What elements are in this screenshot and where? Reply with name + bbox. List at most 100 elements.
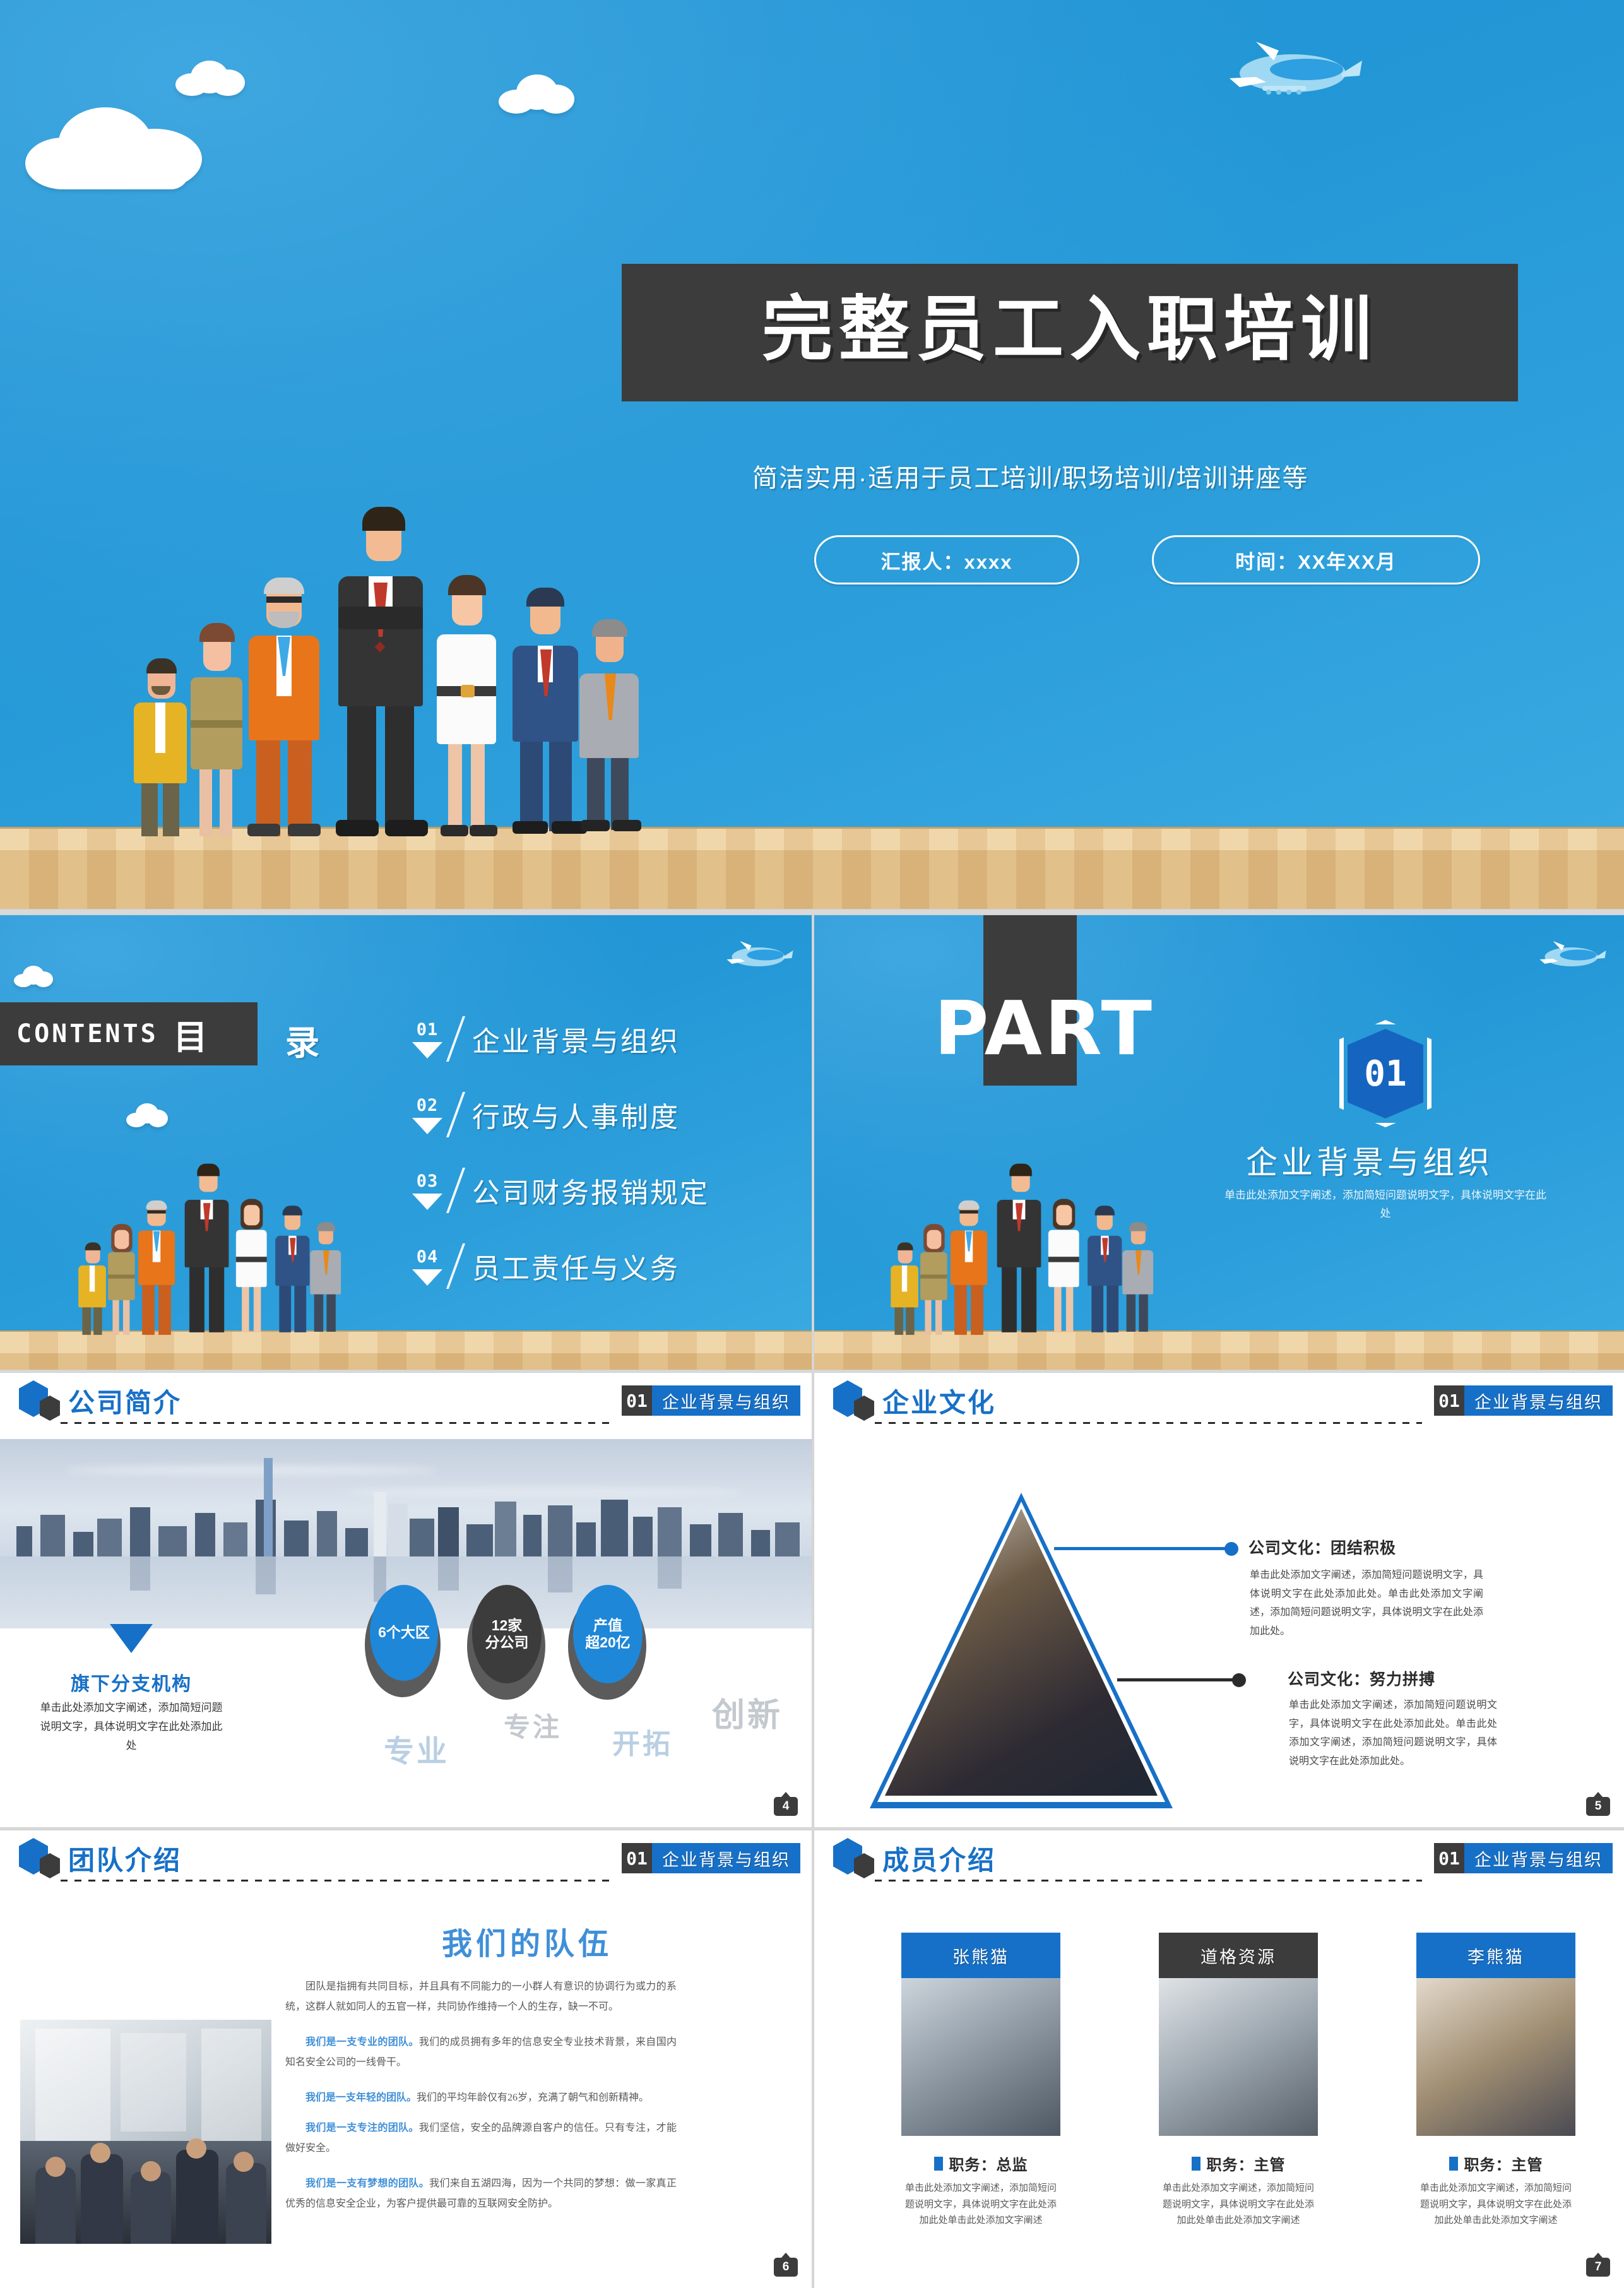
hero-subtitle: 简洁实用·适用于员工培训/职场培训/培训讲座等 [752,465,1309,492]
airplane-icon [726,941,793,966]
page-title: 完整员工入职培训 [762,288,1378,371]
toc-number-text: 02 [416,1095,439,1115]
page-number: 7 [1586,2253,1610,2277]
bullet-dot-1 [1224,1542,1238,1556]
cloud-icon [25,107,202,189]
toc-divider [446,1243,466,1289]
chevron-down-icon [412,1117,442,1134]
stat-oval-3[interactable]: 产值 超20亿 [573,1585,643,1683]
stat-oval-2-line2: 分公司 [485,1634,529,1651]
culture-title-2: 公司文化：努力拼搏 [1288,1671,1436,1688]
toc-divider [446,1092,466,1137]
member-card[interactable]: 道格资源 职务：主管 单击此处添加文字阐述，添加简短问题说明文字，具体说明文字在… [1159,1933,1318,2229]
team-paragraph-3-text: 我们的平均年龄仅有26岁，充满了朝气和创新精神。 [417,2092,649,2103]
team-photo [20,2020,271,2244]
toc-item-03[interactable]: 03 公司财务报销规定 [410,1168,709,1213]
toc-label-03: 公司财务报销规定 [472,1178,709,1209]
member-name: 道格资源 [1159,1933,1318,1978]
member-card[interactable]: 李熊猫 职务：主管 单击此处添加文字阐述，添加简短问题说明文字，具体说明文字在此… [1416,1933,1575,2229]
section-tag-number: 01 [1434,1843,1464,1873]
team-paragraph-4: 我们是一支专注的团队。我们坚信，安全的品牌源自客户的信任。只有专注，才能做好安全… [285,2118,677,2159]
cloud-icon [499,74,574,114]
member-photo [901,1978,1060,2136]
people-illustration [887,1163,1154,1335]
team-title: 我们的队伍 [442,1928,613,1961]
toc-number-text: 01 [416,1019,439,1040]
toc-number-text: 04 [416,1247,439,1267]
page-number: 5 [1586,1792,1610,1816]
header-dashed-rule [61,1880,610,1882]
role-bullet-icon [1191,2156,1200,2171]
team-paragraph-1: 团队是指拥有共同目标，并且具有不同能力的一小群人有意识的协调行为或力的系统，这群… [285,1977,677,2017]
chevron-down-icon [412,1269,442,1286]
airplane-icon [1230,42,1362,95]
toc-item-04[interactable]: 04 员工责任与义务 [410,1243,680,1289]
contents-badge: CONTENTS 目 [0,1002,258,1065]
toc-number-03: 03 [410,1171,444,1210]
bigword-4: 创新 [712,1697,783,1734]
toc-item-01[interactable]: 01 企业背景与组织 [410,1016,680,1062]
part-description: 单击此处添加文字阐述，添加简短问题说明文字，具体说明文字在此处 [1224,1189,1546,1219]
header-dashed-rule [875,1422,1422,1424]
member-role-text: 职务：主管 [1206,2157,1286,2174]
stat-oval-3-line1: 产值 [593,1616,622,1633]
role-bullet-icon [934,2156,943,2171]
floor-strip [814,1331,1624,1370]
slide-part-01: PART 01 企业背景与组织 单击此处添加文字阐述，添加简短问题说明文字，具体… [814,915,1624,1370]
part-number: 01 [1348,1029,1423,1118]
cloud-icon [126,1103,168,1127]
toc-label-04: 员工责任与义务 [472,1254,680,1284]
section-tag-text: 企业背景与组织 [1464,1843,1613,1873]
cloud-icon [175,61,245,96]
culture-body-2: 单击此处添加文字阐述，添加简短问题说明文字，具体说明文字在此处添加此处。单击此处… [1289,1700,1497,1767]
slide-title: 完整员工入职培训 简洁实用·适用于员工培训/职场培训/培训讲座等 汇报人：xxx… [0,0,1624,909]
caption-triangle-icon [110,1624,153,1653]
role-bullet-icon [1449,2156,1458,2171]
culture-body-1: 单击此处添加文字阐述，添加简短问题说明文字，具体说明文字在此处添加此处。单击此处… [1250,1570,1483,1637]
slide-header-title: 团队介绍 [68,1846,182,1875]
member-name: 张熊猫 [901,1933,1060,1978]
stat-oval-1[interactable]: 6个大区 [370,1585,438,1681]
header-dashed-rule [875,1880,1422,1882]
slide-deck: 完整员工入职培训 简洁实用·适用于员工培训/职场培训/培训讲座等 汇报人：xxx… [0,0,1624,2288]
stat-oval-2[interactable]: 12家 分公司 [472,1585,542,1683]
team-paragraph-5: 我们是一支有梦想的团队。我们来自五湖四海，因为一个共同的梦想：做一家真正优秀的信… [285,2174,677,2214]
member-role: 职务：主管 [1416,2152,1575,2174]
page-number: 6 [774,2253,798,2277]
slide-company-culture: 企业文化 01 企业背景与组织 公司文化：团结积极 单击此处添加文字阐述，添加简… [814,1373,1624,1827]
toc-number-text: 03 [416,1171,439,1191]
floor-strip [0,827,1624,909]
triangle-photo [870,1493,1173,1808]
member-role-text: 职务：主管 [1464,2157,1543,2174]
slide-header-title: 企业文化 [882,1388,997,1418]
slide-contents: CONTENTS 目 录 01 企业背景与组织 02 行政与人事制度 03 公司… [0,915,812,1370]
page-number: 4 [774,1792,798,1816]
bullet-dot-2 [1232,1673,1246,1687]
toc-divider [446,1168,466,1213]
member-card[interactable]: 张熊猫 职务：总监 单击此处添加文字阐述，添加简短问题说明文字，具体说明文字在此… [901,1933,1060,2229]
triangle-image-fill [885,1509,1158,1796]
section-tag-text: 企业背景与组织 [1464,1385,1613,1416]
floor-strip [0,1331,812,1370]
part-word: PART [934,985,1155,1072]
contents-label-cn1: 目 [173,1018,208,1057]
toc-number-02: 02 [410,1096,444,1134]
member-role: 职务：主管 [1159,2152,1318,2174]
presenter-pill: 汇报人：xxxx [814,535,1079,584]
team-paragraph-5-lead: 我们是一支有梦想的团队。 [305,2178,430,2189]
team-paragraph-1-text: 团队是指拥有共同目标，并且具有不同能力的一小群人有意识的协调行为或力的系统，这群… [285,1981,677,2012]
leader-line-1 [1054,1547,1230,1550]
toc-number-01: 01 [410,1020,444,1058]
date-pill: 时间：XX年XX月 [1152,535,1480,584]
contents-label-cn2: 录 [285,1024,319,1062]
member-photo [1159,1978,1318,2136]
toc-divider [446,1016,466,1062]
stat-oval-2-line1: 12家 [491,1616,523,1633]
slide-company-profile: 公司简介 01 企业背景与组织 6个大区 12家 分公司 产值 超20亿 专业 … [0,1373,812,1827]
bigword-3: 开拓 [612,1729,673,1760]
airplane-icon [1539,941,1606,966]
hero-title-box: 完整员工入职培训 [622,264,1518,401]
slide-header-title: 成员介绍 [882,1846,997,1875]
toc-item-02[interactable]: 02 行政与人事制度 [410,1092,680,1137]
team-paragraph-4-lead: 我们是一支专注的团队。 [305,2123,419,2133]
